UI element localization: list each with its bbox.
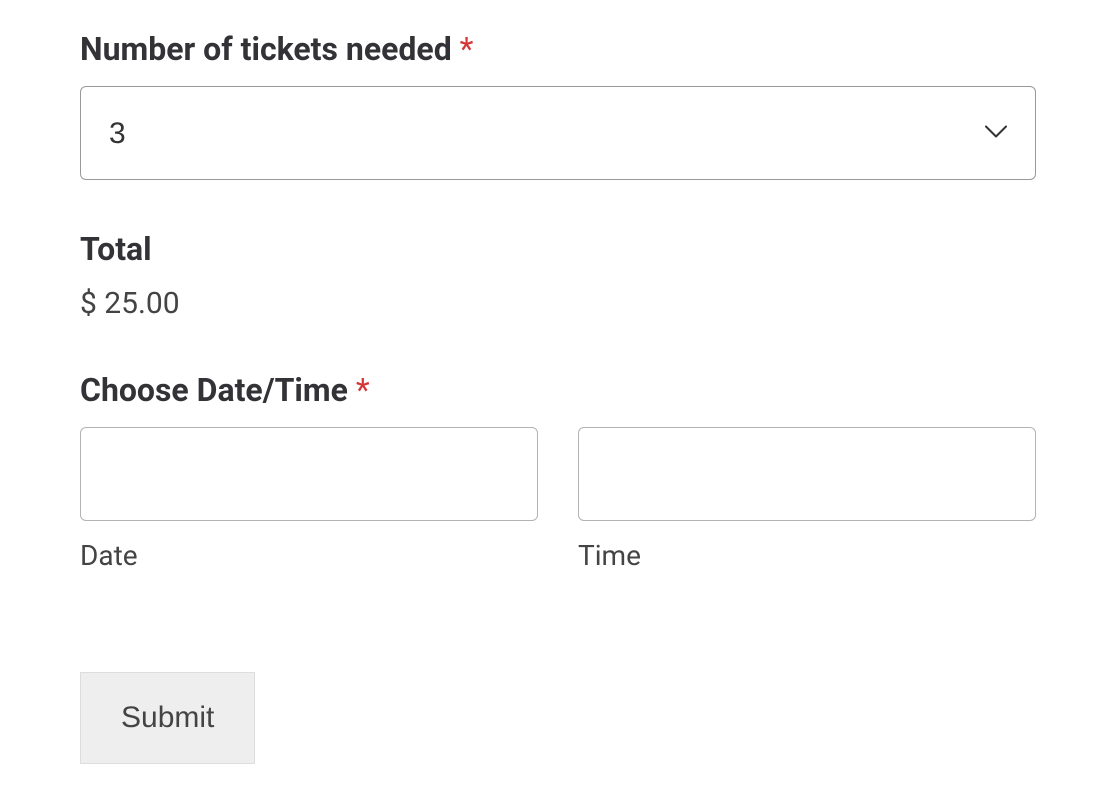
date-input[interactable] bbox=[80, 427, 538, 521]
total-field-group: Total $ 25.00 bbox=[80, 230, 1036, 321]
date-sublabel: Date bbox=[80, 539, 538, 572]
time-sublabel: Time bbox=[578, 539, 1036, 572]
tickets-label: Number of tickets needed * bbox=[80, 30, 1036, 68]
tickets-select[interactable]: 3 bbox=[80, 86, 1036, 180]
total-label: Total bbox=[80, 230, 1036, 268]
datetime-row: Date Time bbox=[80, 427, 1036, 572]
required-marker: * bbox=[356, 371, 370, 409]
tickets-field-group: Number of tickets needed * 3 bbox=[80, 30, 1036, 180]
submit-button[interactable]: Submit bbox=[80, 672, 255, 764]
time-column: Time bbox=[578, 427, 1036, 572]
datetime-label: Choose Date/Time * bbox=[80, 371, 1036, 409]
date-column: Date bbox=[80, 427, 538, 572]
time-input[interactable] bbox=[578, 427, 1036, 521]
tickets-label-text: Number of tickets needed bbox=[80, 30, 452, 68]
tickets-select-wrapper: 3 bbox=[80, 86, 1036, 180]
datetime-label-text: Choose Date/Time bbox=[80, 371, 348, 409]
total-value: $ 25.00 bbox=[80, 286, 1036, 321]
required-marker: * bbox=[460, 30, 474, 68]
datetime-field-group: Choose Date/Time * Date Time bbox=[80, 371, 1036, 572]
